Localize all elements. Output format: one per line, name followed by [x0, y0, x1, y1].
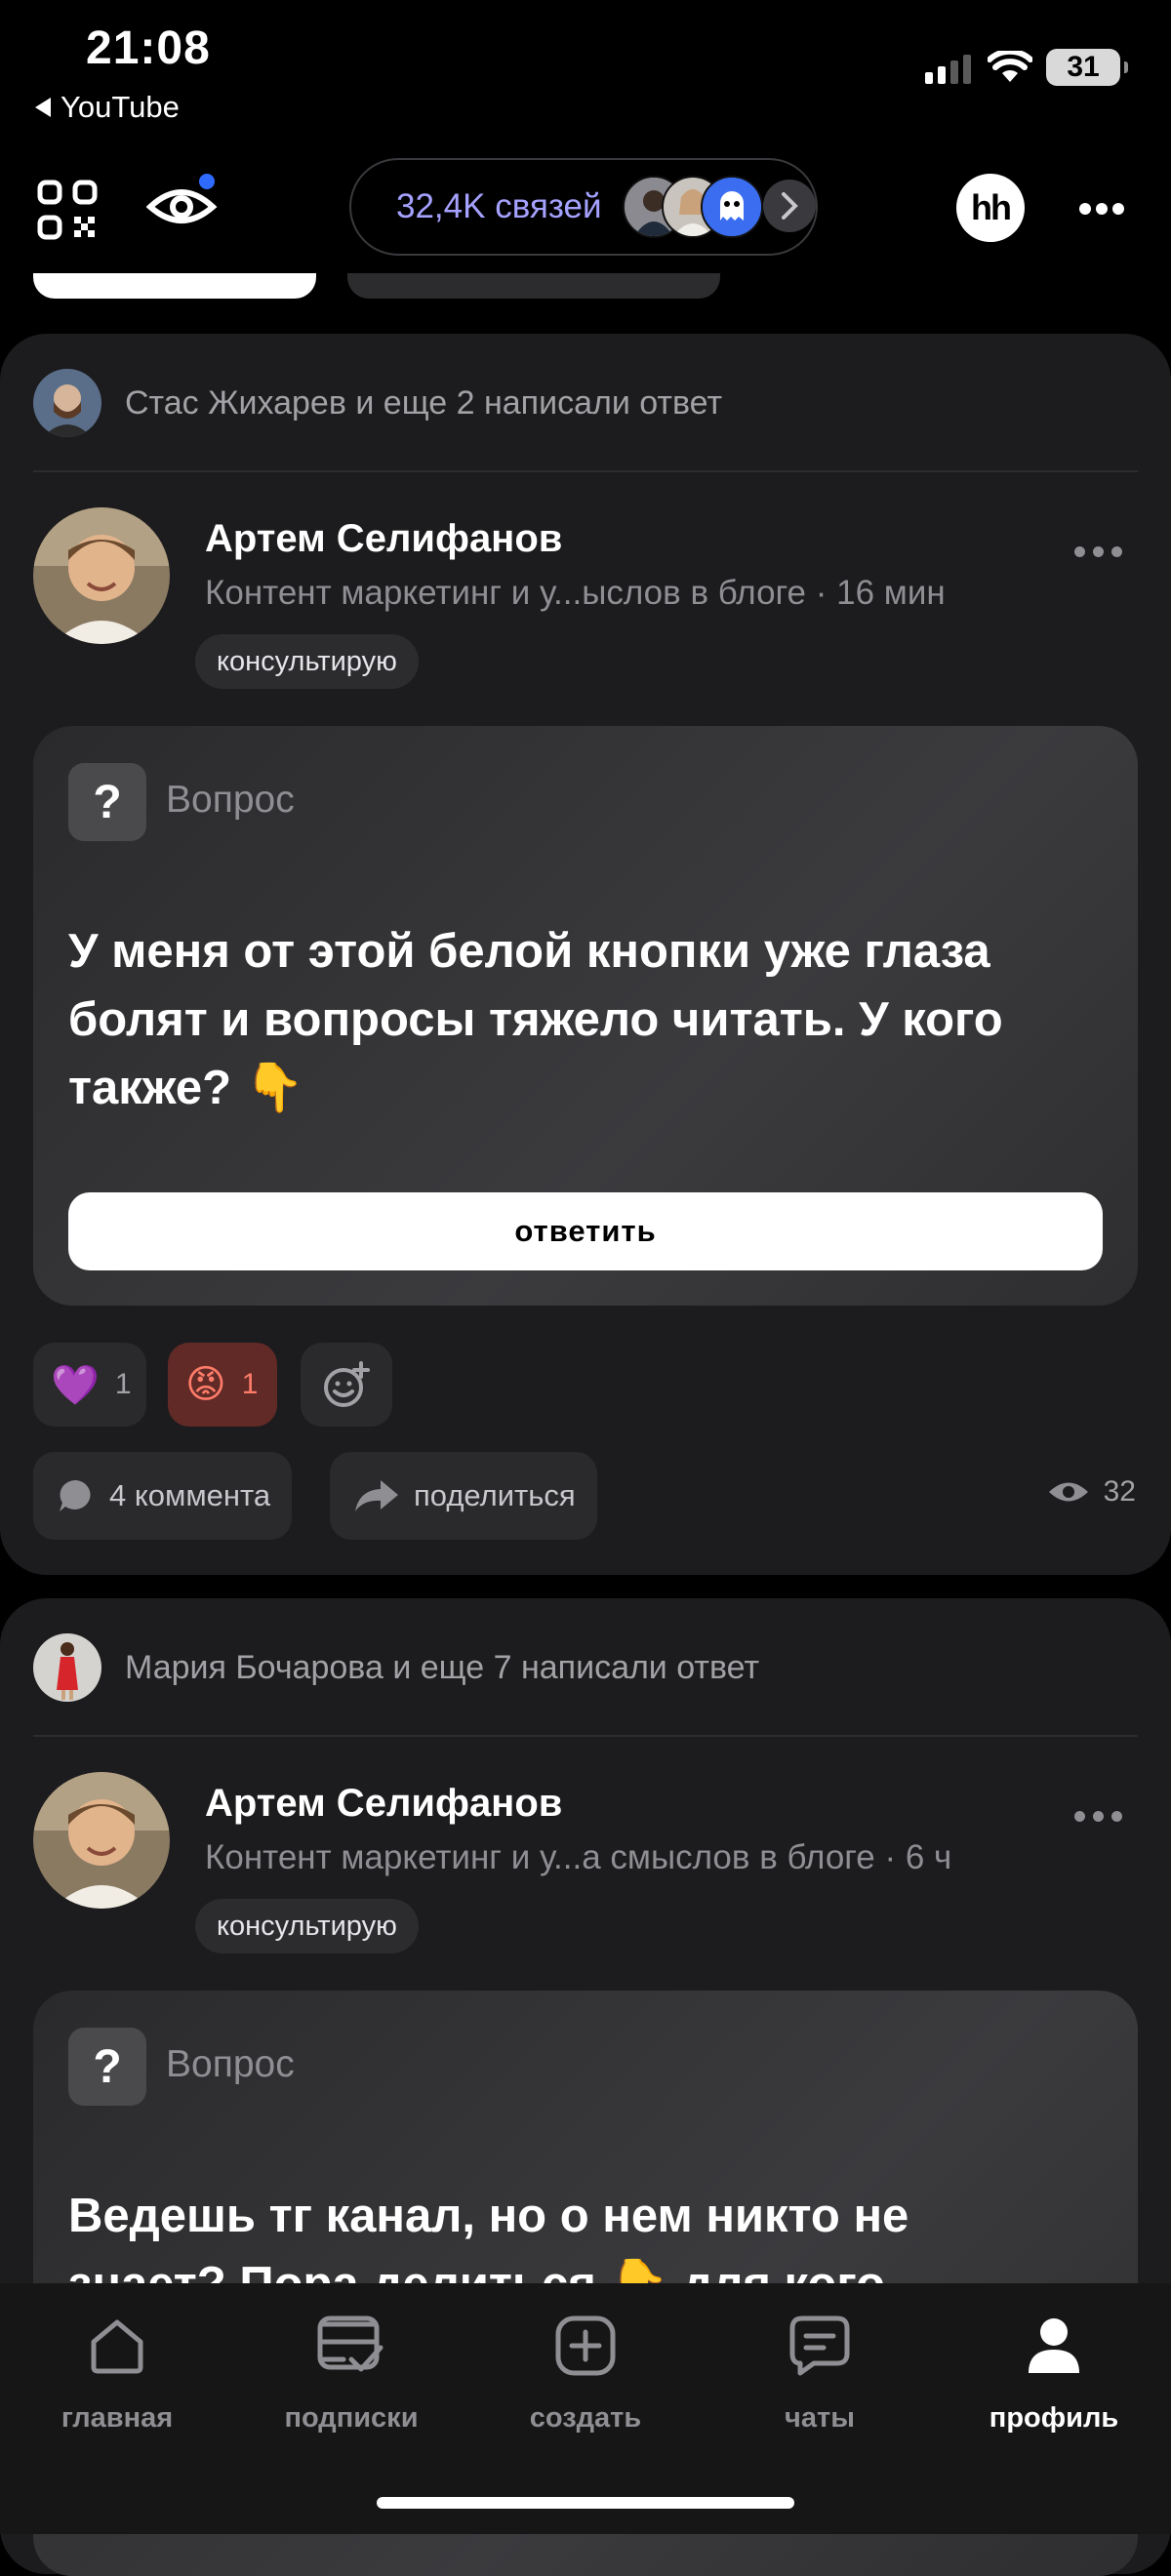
avatar: [33, 1633, 101, 1702]
post-card: Стас Жихарев и еще 2 написали ответ Арте…: [0, 334, 1171, 1575]
author-avatar[interactable]: [33, 507, 170, 644]
purple-heart-icon: 💜: [51, 1363, 100, 1407]
share-label: поделиться: [414, 1478, 576, 1512]
connections-button[interactable]: 32,4K связей: [349, 158, 818, 256]
eye-visibility-icon[interactable]: [146, 172, 221, 232]
inactive-tab-indicator[interactable]: [347, 273, 720, 299]
comments-button[interactable]: 4 коммента: [33, 1452, 293, 1540]
status-tag: консультирую: [195, 634, 419, 689]
create-icon: [555, 2315, 616, 2376]
chats-icon: [789, 2315, 850, 2376]
author-name[interactable]: Артем Селифанов: [205, 1782, 562, 1826]
views-counter: 32: [1047, 1475, 1136, 1509]
nav-chats[interactable]: чаты: [722, 2307, 917, 2435]
answer-button[interactable]: ответить: [68, 1192, 1103, 1270]
post-more-icon[interactable]: [1074, 1811, 1122, 1822]
hh-profile-button[interactable]: hh: [956, 174, 1025, 242]
comment-bubble-icon: [60, 1479, 91, 1511]
question-mark-icon: ?: [68, 763, 146, 841]
connections-count: 32,4K связей: [396, 187, 602, 225]
angry-face-icon: 😡: [185, 1363, 226, 1406]
back-app-label: YouTube: [61, 90, 180, 124]
home-icon: [91, 2319, 143, 2374]
reply-notification[interactable]: Мария Бочарова и еще 7 написали ответ: [33, 1633, 759, 1702]
nav-label: профиль: [989, 2402, 1119, 2434]
status-tag: консультирую: [195, 1899, 419, 1953]
question-label: Вопрос: [166, 2043, 295, 2085]
add-reaction-button[interactable]: [301, 1343, 392, 1427]
avatar: [701, 176, 763, 238]
comments-count: 4 коммента: [109, 1478, 271, 1512]
author-subtitle: Контент маркетинг и у...ыслов в блоге · …: [205, 574, 946, 612]
nav-label: главная: [61, 2402, 174, 2434]
chevron-right-icon: [763, 180, 816, 232]
active-tab-indicator[interactable]: [33, 273, 316, 299]
divider: [33, 470, 1138, 472]
divider: [33, 1735, 1138, 1737]
question-label: Вопрос: [166, 779, 295, 821]
subscriptions-icon: [317, 2315, 384, 2372]
question-mark-icon: ?: [68, 2028, 146, 2106]
share-button[interactable]: поделиться: [330, 1452, 597, 1540]
author-name[interactable]: Артем Селифанов: [205, 517, 562, 561]
battery-indicator: 31: [1046, 49, 1128, 86]
nav-label: создать: [529, 2402, 642, 2434]
author-subtitle: Контент маркетинг и у...а смыслов в блог…: [205, 1838, 952, 1876]
home-indicator: [377, 2497, 794, 2509]
wifi-icon: [988, 51, 1032, 82]
status-time: 21:08: [86, 22, 211, 74]
reaction-count: 1: [114, 1368, 132, 1400]
qr-code-icon[interactable]: [37, 180, 98, 240]
back-triangle-icon: [35, 98, 51, 117]
share-arrow-icon: [355, 1480, 398, 1511]
question-block: ? Вопрос У меня от этой белой кнопки уже…: [33, 726, 1138, 1306]
eye-views-icon: [1048, 1482, 1088, 1502]
back-to-app-link[interactable]: YouTube: [35, 90, 180, 125]
nav-label: подписки: [284, 2402, 419, 2434]
author-avatar[interactable]: [33, 1772, 170, 1909]
heart-reaction[interactable]: 💜 1: [33, 1343, 146, 1427]
nav-subscriptions[interactable]: подписки: [254, 2307, 449, 2435]
more-options-icon[interactable]: [1077, 199, 1126, 219]
reply-notification[interactable]: Стас Жихарев и еще 2 написали ответ: [33, 369, 722, 437]
avatar: [33, 369, 101, 437]
notification-text: Мария Бочарова и еще 7 написали ответ: [125, 1648, 760, 1686]
reaction-count: 1: [241, 1368, 259, 1400]
nav-home[interactable]: главная: [20, 2307, 215, 2435]
cellular-signal-icon: [925, 55, 971, 84]
notification-text: Стас Жихарев и еще 2 написали ответ: [125, 383, 723, 422]
profile-icon: [1029, 2318, 1079, 2373]
nav-create[interactable]: создать: [488, 2307, 683, 2435]
nav-profile[interactable]: профиль: [956, 2307, 1151, 2435]
post-more-icon[interactable]: [1074, 546, 1122, 557]
connections-avatars: [623, 176, 818, 238]
question-text: У меня от этой белой кнопки уже глаза бо…: [68, 925, 1003, 1114]
views-count: 32: [1103, 1475, 1136, 1508]
add-emoji-icon: [324, 1361, 370, 1407]
angry-reaction[interactable]: 😡 1: [168, 1343, 277, 1427]
nav-label: чаты: [785, 2402, 855, 2434]
